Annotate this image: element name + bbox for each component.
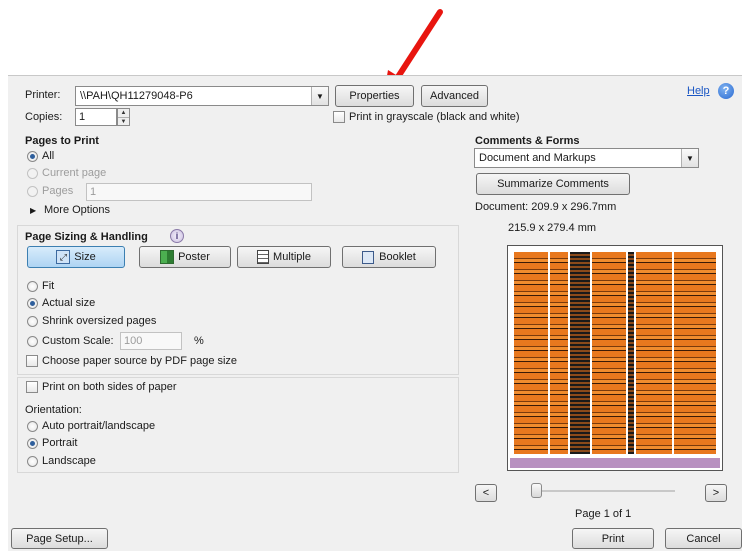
info-icon[interactable]: i (170, 229, 184, 243)
custom-scale-radio[interactable] (27, 336, 38, 347)
preview-column (550, 252, 568, 454)
preview-column (674, 252, 716, 454)
poster-button[interactable]: Poster (139, 246, 231, 268)
more-options-link[interactable]: More Options (44, 204, 110, 216)
auto-orientation-label: Auto portrait/landscape (42, 420, 156, 432)
page-setup-label: Page Setup... (26, 532, 93, 545)
summarize-comments-button[interactable]: Summarize Comments (476, 173, 630, 195)
multiple-icon (257, 250, 270, 264)
preview-column (592, 252, 626, 454)
advanced-label: Advanced (430, 90, 479, 102)
properties-button[interactable]: Properties (335, 85, 414, 107)
actual-size-radio[interactable] (27, 298, 38, 309)
custom-scale-label: Custom Scale: (42, 335, 114, 347)
page-slider-thumb[interactable] (531, 483, 542, 498)
landscape-radio[interactable] (27, 456, 38, 467)
actual-size-label: Actual size (42, 297, 96, 309)
preview-column (570, 252, 590, 454)
pages-range-value: 1 (90, 186, 97, 198)
booklet-button[interactable]: Booklet (342, 246, 436, 268)
shrink-label: Shrink oversized pages (42, 315, 157, 327)
preview-column (636, 252, 672, 454)
page-setup-button[interactable]: Page Setup... (11, 528, 108, 549)
next-label: > (712, 487, 720, 499)
comments-forms-title: Comments & Forms (475, 135, 580, 147)
print-button[interactable]: Print (572, 528, 654, 549)
paper-size-label: 215.9 x 279.4 mm (508, 222, 597, 234)
document-size-label: Document: 209.9 x 296.7mm (475, 201, 617, 213)
multiple-button[interactable]: Multiple (237, 246, 331, 268)
multiple-label: Multiple (273, 251, 311, 263)
fit-label: Fit (42, 280, 55, 292)
page-slider-track[interactable] (535, 490, 675, 492)
preview-column (514, 252, 548, 454)
page-sizing-title: Page Sizing & Handling (25, 231, 148, 243)
print-label: Print (601, 532, 625, 545)
poster-label: Poster (178, 251, 210, 263)
properties-label: Properties (349, 90, 400, 102)
preview-column (628, 252, 634, 454)
booklet-icon (362, 250, 375, 264)
help-link[interactable]: Help (687, 85, 710, 97)
expand-triangle-icon[interactable]: ▶ (30, 206, 36, 215)
copies-stepper[interactable]: ▲ ▼ (117, 108, 130, 126)
auto-orientation-radio[interactable] (27, 421, 38, 432)
printer-value: \\PAH\QH11279048-P6 (80, 90, 193, 102)
pages-range-input[interactable]: 1 (86, 183, 312, 201)
duplex-checkbox[interactable] (26, 381, 38, 393)
shrink-radio[interactable] (27, 316, 38, 327)
copies-input[interactable]: 1 (75, 108, 117, 126)
cancel-label: Cancel (686, 532, 721, 545)
advanced-button[interactable]: Advanced (421, 85, 488, 107)
prev-page-button[interactable]: < (475, 484, 497, 502)
landscape-label: Landscape (42, 455, 96, 467)
booklet-label: Booklet (379, 251, 416, 263)
current-page-label: Current page (42, 167, 107, 179)
portrait-label: Portrait (42, 437, 78, 449)
portrait-radio[interactable] (27, 438, 38, 449)
prev-label: < (482, 487, 490, 499)
page-indicator: Page 1 of 1 (575, 508, 632, 520)
all-radio[interactable] (27, 151, 38, 162)
summarize-label: Summarize Comments (497, 178, 609, 190)
paper-source-label: Choose paper source by PDF page size (42, 355, 238, 367)
stepper-down-icon[interactable]: ▼ (118, 117, 129, 125)
size-button[interactable]: ⤢ Size (27, 246, 125, 268)
pages-label: Pages (42, 185, 74, 197)
page-preview (507, 245, 723, 471)
preview-margin-band (510, 458, 720, 468)
size-label: Size (74, 251, 96, 263)
grayscale-label: Print in grayscale (black and white) (349, 111, 520, 123)
pages-to-print-title: Pages to Print (25, 135, 99, 147)
copies-value: 1 (79, 111, 86, 123)
chevron-down-icon: ▼ (681, 149, 698, 167)
duplex-label: Print on both sides of paper (42, 381, 177, 393)
custom-scale-input[interactable]: 100 (120, 332, 182, 350)
paper-source-checkbox[interactable] (26, 355, 38, 367)
pages-radio[interactable] (27, 186, 38, 197)
help-icon[interactable]: ? (718, 83, 734, 99)
orientation-title: Orientation: (25, 404, 82, 416)
chevron-down-icon: ▼ (311, 87, 328, 105)
next-page-button[interactable]: > (705, 484, 727, 502)
current-page-radio[interactable] (27, 168, 38, 179)
comments-select[interactable]: Document and Markups ▼ (474, 148, 699, 168)
comments-value: Document and Markups (479, 152, 596, 164)
printer-label: Printer: (25, 89, 61, 101)
copies-label: Copies: (25, 111, 63, 123)
stepper-up-icon[interactable]: ▲ (118, 109, 129, 117)
printer-select[interactable]: \\PAH\QH11279048-P6 ▼ (75, 86, 329, 106)
all-label: All (42, 150, 55, 162)
poster-icon (160, 250, 175, 264)
cancel-button[interactable]: Cancel (665, 528, 742, 549)
size-icon: ⤢ (56, 250, 71, 264)
grayscale-checkbox[interactable] (333, 111, 345, 123)
fit-radio[interactable] (27, 281, 38, 292)
percent-label: % (194, 335, 204, 347)
custom-scale-value: 100 (124, 335, 143, 347)
